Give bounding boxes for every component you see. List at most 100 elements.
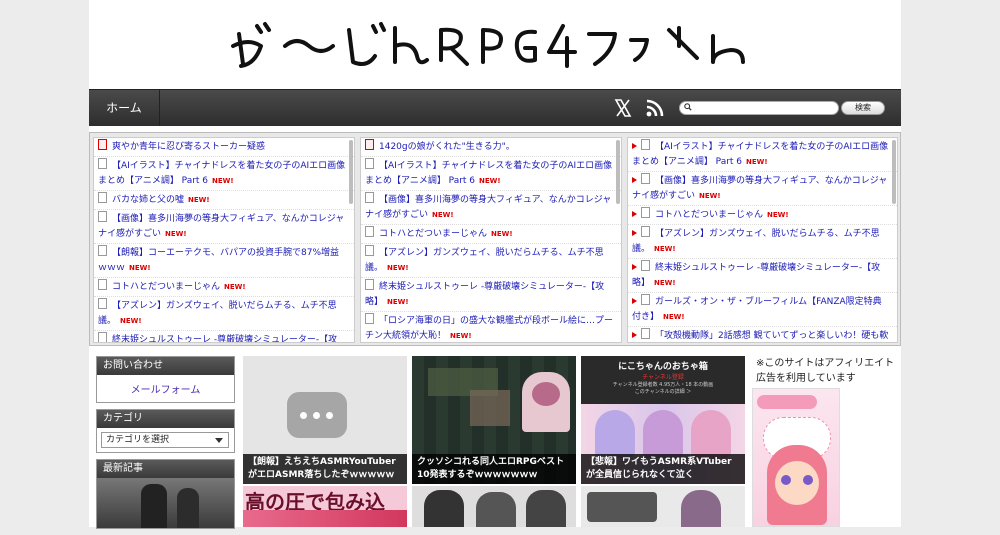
bookmark-icon [365, 139, 374, 150]
document-icon [365, 192, 374, 203]
logo-lettering [231, 22, 745, 68]
feed-item[interactable]: 【AIイラスト】チャイナドレスを着た女の子のAIエロ画像まとめ【アニメ調】 Pa… [628, 138, 897, 172]
feed-item-title: 1420gの娘がくれた"生きる力"。 [379, 142, 515, 152]
feed-item[interactable]: 終末姫シュルストゥーレ -尊厳破壊シミュレーター-【攻略】NEW! [628, 259, 897, 293]
feed-item[interactable]: 【朗報】コーエーテクモ、バパアの投資手腕で87%増益ｗｗｗ NEW! [94, 244, 354, 278]
page-wrapper: ホーム 検索 爽やか青年に忍び寄るストーカー疑惑【AIイラスト】チャイナドレスを… [89, 0, 901, 529]
feed-item[interactable]: 【アズレン】ガンズウェイ、脱いだらムチる、ムチ不思議。 NEW! [361, 244, 621, 278]
category-widget: カテゴリ カテゴリを選択 [96, 409, 235, 453]
feed-column-1[interactable]: 爽やか青年に忍び寄るストーカー疑惑【AIイラスト】チャイナドレスを着た女の子のA… [93, 137, 355, 343]
feed-item[interactable]: 【画像】喜多川海夢の等身大フィギュア、なんかコレジャナイ感がすごい NEW! [361, 191, 621, 225]
x-twitter-icon[interactable] [613, 98, 633, 118]
affiliate-notice: ※このサイトはアフィリエイト広告を利用しています [756, 358, 895, 384]
document-icon [641, 260, 650, 271]
document-icon [365, 313, 374, 324]
card-rpg-best10[interactable]: クッソシコれる同人エロRPGベスト10発表するぞｗｗｗｗｗｗｗ [412, 356, 576, 484]
new-badge: NEW! [120, 317, 142, 325]
document-icon [641, 328, 650, 339]
red-arrow-icon [632, 143, 637, 149]
new-badge: NEW! [746, 158, 768, 166]
new-badge: NEW! [188, 196, 210, 204]
new-badge: NEW! [767, 211, 789, 219]
mail-form-link[interactable]: メールフォーム [97, 375, 234, 402]
sidebar: お問い合わせ メールフォーム カテゴリ カテゴリを選択 最新記事 [96, 356, 235, 535]
document-icon [98, 245, 107, 256]
document-icon [641, 294, 650, 305]
search-icon [684, 103, 692, 111]
scrollbar[interactable] [616, 140, 620, 204]
latest-title: 最新記事 [97, 460, 234, 478]
new-badge: NEW! [654, 279, 676, 287]
document-icon [98, 298, 107, 309]
search-button[interactable]: 検索 [841, 101, 885, 115]
contact-widget: お問い合わせ メールフォーム [96, 356, 235, 403]
feed-item-title: 爽やか青年に忍び寄るストーカー疑惑 [112, 142, 266, 152]
channel-stats: チャンネル登録者数 4.95万人・18 本の動画 [612, 382, 714, 388]
red-arrow-icon [632, 264, 637, 270]
feed-item[interactable]: 【AIイラスト】チャイナドレスを着た女の子のAIエロ画像まとめ【アニメ調】 Pa… [361, 157, 621, 191]
document-icon [641, 173, 650, 184]
document-icon [98, 279, 107, 290]
feed-column-2[interactable]: 1420gの娘がくれた"生きる力"。【AIイラスト】チャイナドレスを着た女の子の… [360, 137, 622, 343]
ad-banner[interactable] [752, 388, 840, 527]
feed-item[interactable]: 【アズレン】ガンズウェイ、脱いだらムチる、ムチ不思議。 NEW! [628, 225, 897, 259]
card-caption: クッソシコれる同人エロRPGベスト10発表するぞｗｗｗｗｗｗｗ [412, 454, 576, 484]
scrollbar[interactable] [349, 140, 353, 204]
feed-item[interactable]: 【画像】喜多川海夢の等身大フィギュア、なんかコレジャナイ感がすごい NEW! [94, 210, 354, 244]
new-badge: NEW! [654, 245, 676, 253]
site-logo[interactable] [89, 0, 901, 88]
latest-post-thumbnail[interactable] [97, 478, 234, 528]
feed-item[interactable]: 終末姫シュルストゥーレ -尊厳破壊シミュレーター-【攻略】NEW! [94, 331, 354, 342]
new-badge: NEW! [699, 192, 721, 200]
feed-item[interactable]: コトハとだついまーじゃん NEW! [94, 278, 354, 297]
channel-name: にこちゃんのおちゃ箱 [618, 362, 708, 372]
feed-item-title: 【画像】喜多川海夢の等身大フィギュア、なんかコレジャナイ感がすごい [632, 176, 888, 201]
featured-cards: 【朗報】えちえちASMRYouTuberがエロASMR落ちしたぞｗｗｗｗｗ クッ… [243, 356, 755, 527]
feed-item[interactable]: 【アズレン】ガンズウェイ、脱いだらムチる、ムチ不思議。 NEW! [94, 297, 354, 331]
rss-icon[interactable] [645, 98, 665, 118]
red-arrow-icon [632, 177, 637, 183]
document-icon [98, 158, 107, 169]
feed-item-title: 「ロシア海軍の日」の盛大な観艦式が段ボール絵に…プーチン大統領が大恥！ [365, 316, 614, 341]
feed-item[interactable]: 【AIイラスト】チャイナドレスを着た女の子のAIエロ画像まとめ【アニメ調】 Pa… [94, 157, 354, 191]
feed-item[interactable]: 1420gの娘がくれた"生きる力"。 [361, 138, 621, 157]
nav-home-link[interactable]: ホーム [89, 90, 160, 126]
category-select[interactable]: カテゴリを選択 [101, 432, 229, 448]
feed-item-title: 【画像】喜多川海夢の等身大フィギュア、なんかコレジャナイ感がすごい [98, 214, 345, 239]
feed-item[interactable]: 爽やか青年に忍び寄るストーカー疑惑 [94, 138, 354, 157]
card-caption: 【朗報】えちえちASMRYouTuberがエロASMR落ちしたぞｗｗｗｗｗ [243, 454, 407, 484]
document-icon [365, 279, 374, 290]
new-badge: NEW! [450, 332, 472, 340]
card-asmr-youtuber[interactable]: 【朗報】えちえちASMRYouTuberがエロASMR落ちしたぞｗｗｗｗｗ [243, 356, 407, 484]
feed-item[interactable]: 終末姫シュルストゥーレ -尊厳破壊シミュレーター-【攻略】NEW! [361, 278, 621, 312]
feed-item[interactable]: ガールズ・オン・ザ・ブルーフィルム【FANZA限定特典付き】 NEW! [628, 293, 897, 327]
feed-item[interactable]: 【画像】喜多川海夢の等身大フィギュア、なんかコレジャナイ感がすごい NEW! [628, 172, 897, 206]
feed-column-3[interactable]: 【AIイラスト】チャイナドレスを着た女の子のAIエロ画像まとめ【アニメ調】 Pa… [627, 137, 898, 343]
card-bottom-1[interactable]: 高の圧で包み込 [243, 486, 407, 527]
feed-item-title: 【画像】喜多川海夢の等身大フィギュア、なんかコレジャナイ感がすごい [365, 195, 612, 220]
chat-bubble-icon [287, 392, 347, 438]
card-asmr-vtuber[interactable]: にこちゃんのおちゃ箱 チャンネル登録 チャンネル登録者数 4.95万人・18 本… [581, 356, 745, 484]
feed-item[interactable]: 「ロシア海軍の日」の盛大な観艦式が段ボール絵に…プーチン大統領が大恥！ NEW! [361, 312, 621, 342]
card-bottom-2[interactable] [412, 486, 576, 527]
new-badge: NEW! [165, 230, 187, 238]
document-icon [641, 139, 650, 150]
new-badge: NEW! [663, 313, 685, 321]
feed-item-title: 「攻殻機動隊」2話感想 観ていてずっと楽しいわ！硬も軟も併せ持つ少佐アドレナって… [655, 331, 889, 341]
feed-item[interactable]: バカな姉と父の噓 NEW! [94, 191, 354, 210]
search-input[interactable] [679, 101, 839, 115]
feed-item-title: コトハとだついまーじゃん [379, 229, 488, 239]
document-icon [98, 332, 107, 342]
document-icon [365, 245, 374, 256]
feed-item-title: コトハとだついまーじゃん [655, 210, 764, 220]
feed-item[interactable]: コトハとだついまーじゃん NEW! [361, 225, 621, 244]
bookmark-icon [98, 139, 107, 150]
new-badge: NEW! [129, 264, 151, 272]
feed-item[interactable]: コトハとだついまーじゃん NEW! [628, 206, 897, 225]
document-icon [365, 158, 374, 169]
new-badge: NEW! [491, 230, 513, 238]
scrollbar[interactable] [892, 140, 896, 204]
card-bottom-3[interactable] [581, 486, 745, 527]
feed-item[interactable]: 「攻殻機動隊」2話感想 観ていてずっと楽しいわ！硬も軟も併せ持つ少佐アドレナって… [628, 327, 897, 342]
document-icon [641, 226, 650, 237]
